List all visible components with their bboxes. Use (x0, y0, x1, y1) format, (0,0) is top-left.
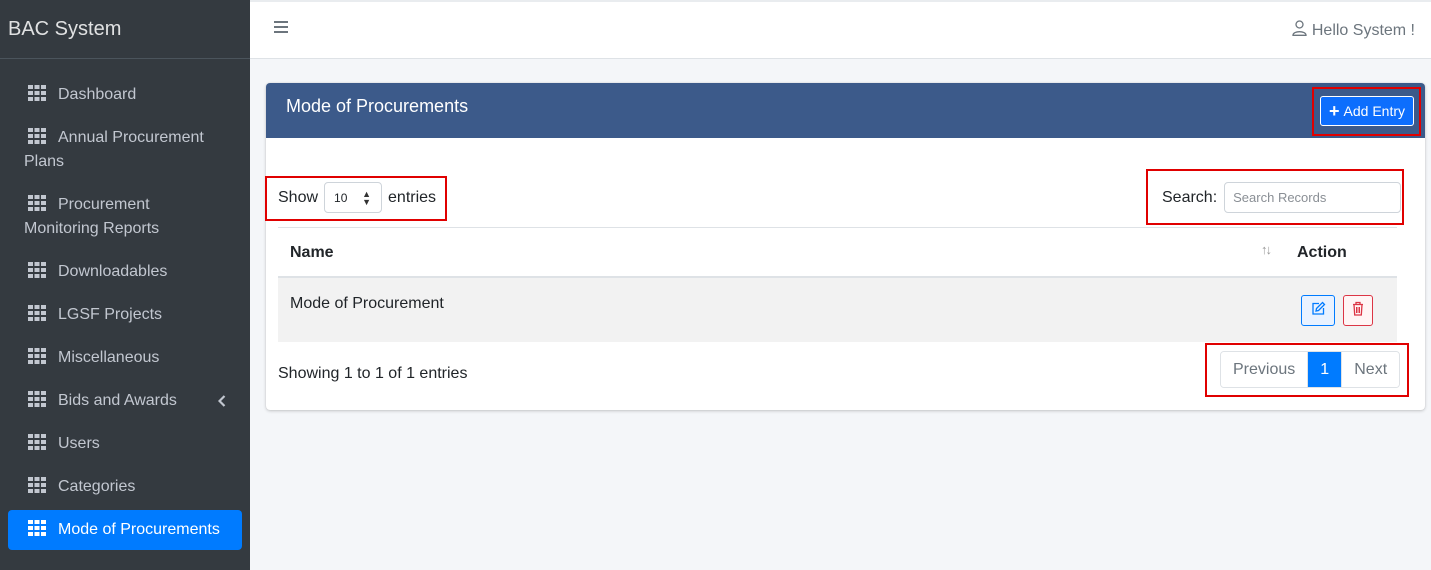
select-arrows-icon: ▲ ▼ (362, 189, 372, 207)
page-size-value: 10 (334, 190, 348, 205)
edit-icon (1311, 301, 1326, 321)
sidebar-item-categories[interactable]: Categories (8, 467, 242, 507)
sort-icon[interactable]: ↑↓ (1261, 242, 1272, 257)
table-grid-icon (28, 262, 46, 278)
table-grid-icon (28, 195, 46, 211)
highlight-box-add-entry (1312, 87, 1421, 136)
sidebar-item-bids-and-awards[interactable]: Bids and Awards (8, 381, 242, 421)
page-size-select[interactable]: 10 ▲ ▼ (324, 182, 383, 213)
sidebar-item-label: Downloadables (58, 263, 168, 280)
table-grid-icon (28, 305, 46, 321)
sidebar-nav: Dashboard Annual Procurement Plans Procur… (0, 59, 250, 550)
sidebar-item-label: Mode of Procurements (58, 521, 220, 538)
page-length-control: Show 10 ▲ ▼ entries (278, 182, 436, 213)
sidebar-item-downloadables[interactable]: Downloadables (8, 252, 242, 292)
sidebar-item-label-line2: Plans (24, 153, 65, 170)
table-grid-icon (28, 520, 46, 536)
brand[interactable]: BAC System (0, 0, 250, 59)
sidebar-item-lgsf-projects[interactable]: LGSF Projects (8, 295, 242, 335)
user-greeting: Hello System ! (1311, 21, 1415, 39)
sidebar-item-label: Procurement (58, 196, 150, 213)
entries-label: entries (388, 188, 437, 206)
card-header: Mode of Procurements + Add Entry (266, 83, 1425, 138)
brand-name: BAC System (8, 17, 122, 40)
table-row: Mode of Procurement (278, 278, 1397, 342)
page-1-button[interactable]: 1 (1307, 352, 1342, 387)
sidebar-item-label: Dashboard (58, 86, 137, 103)
sidebar-item-label-line2: Monitoring Reports (24, 220, 160, 237)
table-grid-icon (28, 85, 46, 101)
sidebar-item-users[interactable]: Users (8, 424, 242, 464)
sidebar-item-annual-procurement-plans[interactable]: Annual Procurement Plans (8, 118, 242, 182)
search-control: Search: (1162, 182, 1402, 213)
table-grid-icon (28, 434, 46, 450)
sidebar-item-label: Annual Procurement (58, 129, 204, 146)
user-icon (1292, 20, 1307, 41)
trash-icon (1352, 301, 1364, 321)
sidebar-item-procurement-monitoring-reports[interactable]: Procurement Monitoring Reports (8, 185, 242, 249)
row-name: Mode of Procurement (290, 295, 444, 312)
column-header-action: Action (1297, 244, 1347, 261)
previous-page-button[interactable]: Previous (1221, 352, 1308, 387)
search-input[interactable] (1224, 182, 1402, 213)
table-header: Name ↑↓ Action (278, 228, 1397, 278)
sidebar-item-dashboard[interactable]: Dashboard (8, 75, 242, 115)
sidebar-item-label: Categories (58, 478, 136, 495)
sidebar-item-miscellaneous[interactable]: Miscellaneous (8, 338, 242, 378)
sidebar-item-label: LGSF Projects (58, 306, 163, 323)
chevron-left-icon[interactable] (217, 390, 226, 414)
card-title: Mode of Procurements (286, 96, 469, 116)
sidebar-item-label: Users (58, 435, 100, 452)
table-grid-icon (28, 391, 46, 407)
pagination: Previous 1 Next (1220, 351, 1401, 388)
sidebar-item-label: Miscellaneous (58, 349, 160, 366)
table-info: Showing 1 to 1 of 1 entries (278, 365, 468, 382)
search-label: Search: (1162, 188, 1218, 206)
column-header-name[interactable]: Name (290, 244, 334, 262)
sidebar-item-label: Bids and Awards (58, 392, 177, 409)
table-grid-icon (28, 128, 46, 144)
table-grid-icon (28, 477, 46, 493)
show-label: Show (278, 188, 319, 206)
sidebar-item-mode-of-procurements[interactable]: Mode of Procurements (8, 510, 242, 550)
records-table: Name ↑↓ Action Mode of Procurement (278, 227, 1397, 342)
top-navbar: Hello System ! (250, 0, 1431, 59)
sidebar: BAC System Dashboard Annual Procurement P… (0, 0, 250, 570)
edit-button[interactable] (1301, 295, 1335, 326)
table-grid-icon (28, 348, 46, 364)
delete-button[interactable] (1343, 295, 1373, 326)
hamburger-menu-icon[interactable] (274, 21, 288, 35)
next-page-button[interactable]: Next (1341, 352, 1400, 387)
user-menu[interactable]: Hello System ! (1292, 20, 1415, 41)
